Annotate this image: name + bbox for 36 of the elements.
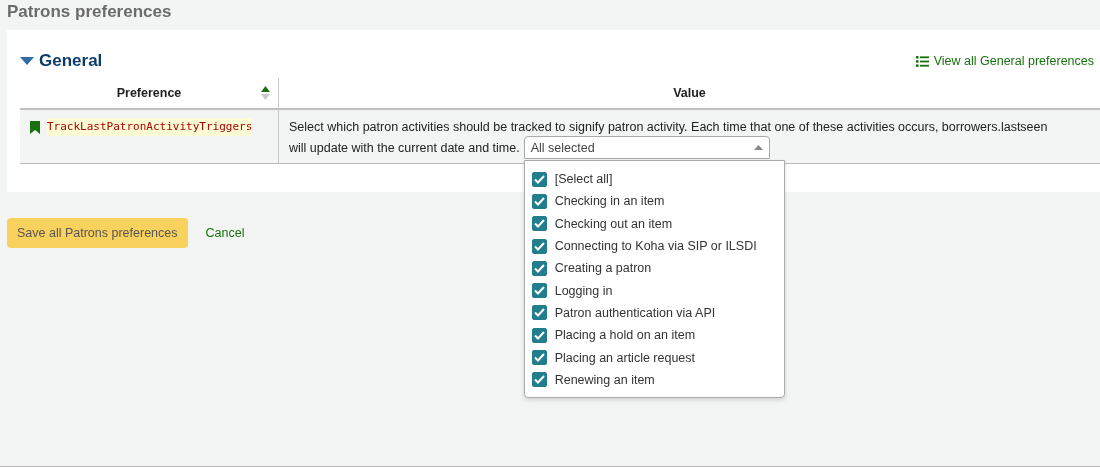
checkbox[interactable] (531, 238, 547, 254)
option-label[interactable]: [Select all] (554, 170, 613, 189)
checkbox[interactable] (531, 372, 547, 388)
checkbox[interactable] (531, 283, 547, 299)
checkbox[interactable] (531, 260, 547, 276)
option-label[interactable]: Connecting to Koha via SIP or ILSDI (554, 237, 757, 256)
caret-icon (753, 145, 763, 150)
bookmark-icon (30, 120, 40, 134)
save-button[interactable]: Save all Patrons preferences (7, 218, 188, 248)
option-label[interactable]: Patron authentication via API (554, 303, 716, 322)
option-label[interactable]: Logging in (554, 281, 613, 300)
checkbox[interactable] (531, 327, 547, 343)
option-label[interactable]: Creating a patron (554, 259, 652, 278)
column-header[interactable]: Value (673, 86, 706, 100)
option-label[interactable]: Checking in an item (554, 192, 665, 211)
description-line: will update with the current date and time. (289, 139, 520, 157)
caret-icon (20, 56, 34, 66)
checkbox[interactable] (531, 305, 547, 321)
option-label[interactable]: Checking out an item (554, 214, 673, 233)
checkbox[interactable] (531, 171, 547, 187)
option-label[interactable]: Placing an article request (554, 348, 696, 367)
checkbox[interactable] (531, 216, 547, 232)
page-title: Patrons preferences (6, 1, 173, 23)
section-toggle[interactable]: General (20, 51, 103, 71)
checkbox[interactable] (531, 350, 547, 365)
cancel-link[interactable]: Cancel (205, 226, 245, 240)
option-label[interactable]: Placing a hold on an item (554, 326, 696, 345)
checkbox[interactable] (531, 193, 547, 209)
multi-select[interactable]: All selected (523, 136, 770, 159)
column-header[interactable]: Preference (116, 86, 182, 100)
view-all-link[interactable]: View all General preferences (915, 54, 1094, 68)
description-line: Select which patron activities should be tracked to signify patron activity. Each time that one of these activities occurs, borrowers.lastseen (289, 120, 1048, 134)
list-icon (915, 55, 929, 67)
preference-name: TrackLastPatronActivityTriggers (47, 118, 253, 136)
sort-icon[interactable] (261, 86, 270, 100)
option-label[interactable]: Renewing an item (554, 370, 655, 389)
